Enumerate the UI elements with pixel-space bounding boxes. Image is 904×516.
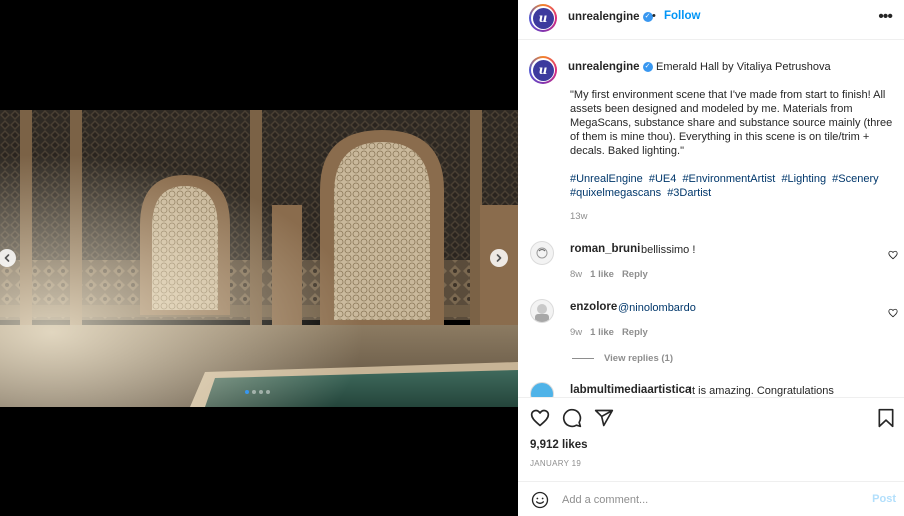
comment-mention-link[interactable]: @ninolombardo	[618, 302, 696, 314]
comment-text: It is amazing. Congratulations	[689, 385, 834, 397]
post-image[interactable]	[0, 110, 518, 407]
likes-count[interactable]: 9,912 likes	[530, 439, 588, 451]
comment-likes[interactable]: 1 like	[590, 269, 614, 280]
instagram-post-modal: u unrealengine ✓ • Follow ••• u unrealeng…	[0, 0, 904, 516]
media-area	[0, 0, 518, 516]
more-options-icon[interactable]: •••	[878, 8, 893, 26]
share-icon[interactable]	[594, 408, 614, 428]
carousel-indicator	[245, 390, 270, 394]
commenter-avatar[interactable]	[530, 241, 554, 265]
header-separator: •	[652, 10, 656, 22]
carousel-dot	[259, 390, 263, 394]
like-comment-heart-icon[interactable]	[888, 250, 898, 260]
reply-button[interactable]: Reply	[622, 327, 648, 338]
post-actions: 9,912 likes JANUARY 19 Post	[518, 398, 904, 516]
caption-title: Emerald Hall by Vitaliya Petrushova	[656, 61, 831, 73]
caption-hashtags: #UnrealEngine #UE4 #EnvironmentArtist #L…	[570, 172, 894, 200]
follow-button[interactable]: Follow	[664, 10, 700, 22]
post-date: JANUARY 19	[530, 459, 582, 468]
comment-likes[interactable]: 1 like	[590, 327, 614, 338]
post-comment-button[interactable]: Post	[872, 493, 896, 505]
avatar-logo: u	[532, 7, 554, 29]
verified-badge-icon: ✓	[642, 61, 653, 72]
comment-username[interactable]: enzolore	[570, 301, 617, 313]
comments-scroll-area[interactable]: u unrealengine ✓ Emerald Hall by Vitaliya…	[518, 41, 904, 398]
avatar-logo: u	[532, 59, 554, 81]
comment-text: bellissimo !	[641, 244, 696, 256]
hashtag-link[interactable]: #EnvironmentArtist	[682, 173, 775, 185]
header-username-link[interactable]: unrealengine ✓	[568, 11, 653, 23]
replies-divider	[572, 358, 594, 359]
commenter-avatar[interactable]	[530, 382, 554, 397]
caption-avatar[interactable]: u	[529, 56, 557, 84]
comment-meta: 8w 1 like Reply	[570, 269, 648, 280]
comment-username[interactable]: labmultimediaartistica	[570, 384, 691, 396]
hashtag-link[interactable]: #quixelmegascans	[570, 187, 661, 199]
caption-text: "My first environment scene that I've ma…	[570, 89, 893, 157]
view-replies-button[interactable]: View replies (1)	[604, 353, 673, 364]
carousel-dot	[252, 390, 256, 394]
carousel-dot	[266, 390, 270, 394]
like-comment-heart-icon[interactable]	[888, 308, 898, 318]
post-header: u unrealengine ✓ • Follow •••	[518, 0, 904, 40]
chevron-right-icon	[496, 254, 502, 262]
comment-time: 8w	[570, 269, 583, 280]
header-username: unrealengine	[568, 11, 640, 23]
caption-timestamp: 13w	[570, 211, 588, 222]
chevron-left-icon	[4, 254, 10, 262]
caption-username-link[interactable]: unrealengine ✓	[568, 61, 653, 73]
caption-username: unrealengine	[568, 61, 640, 73]
hashtag-link[interactable]: #UnrealEngine	[570, 173, 643, 185]
next-slide-button[interactable]	[490, 249, 508, 267]
post-panel: u unrealengine ✓ • Follow ••• u unrealeng…	[518, 0, 904, 516]
hashtag-link[interactable]: #UE4	[649, 173, 677, 185]
hashtag-link[interactable]: #3Dartist	[667, 187, 711, 199]
comment-time: 9w	[570, 327, 583, 338]
comment-meta: 9w 1 like Reply	[570, 327, 648, 338]
comment-icon[interactable]	[562, 408, 582, 428]
avatar[interactable]: u	[529, 4, 557, 32]
reply-button[interactable]: Reply	[622, 269, 648, 280]
heart-icon[interactable]	[530, 408, 550, 428]
smile-icon[interactable]	[531, 491, 549, 509]
comment-input[interactable]	[562, 488, 852, 512]
comment-username[interactable]: roman_bruni	[570, 243, 640, 255]
hashtag-link[interactable]: #Lighting	[781, 173, 826, 185]
hashtag-link[interactable]: #Scenery	[832, 173, 878, 185]
add-comment-row: Post	[518, 481, 904, 516]
carousel-dot	[245, 390, 249, 394]
bookmark-icon[interactable]	[876, 408, 896, 428]
commenter-avatar[interactable]	[530, 299, 554, 323]
